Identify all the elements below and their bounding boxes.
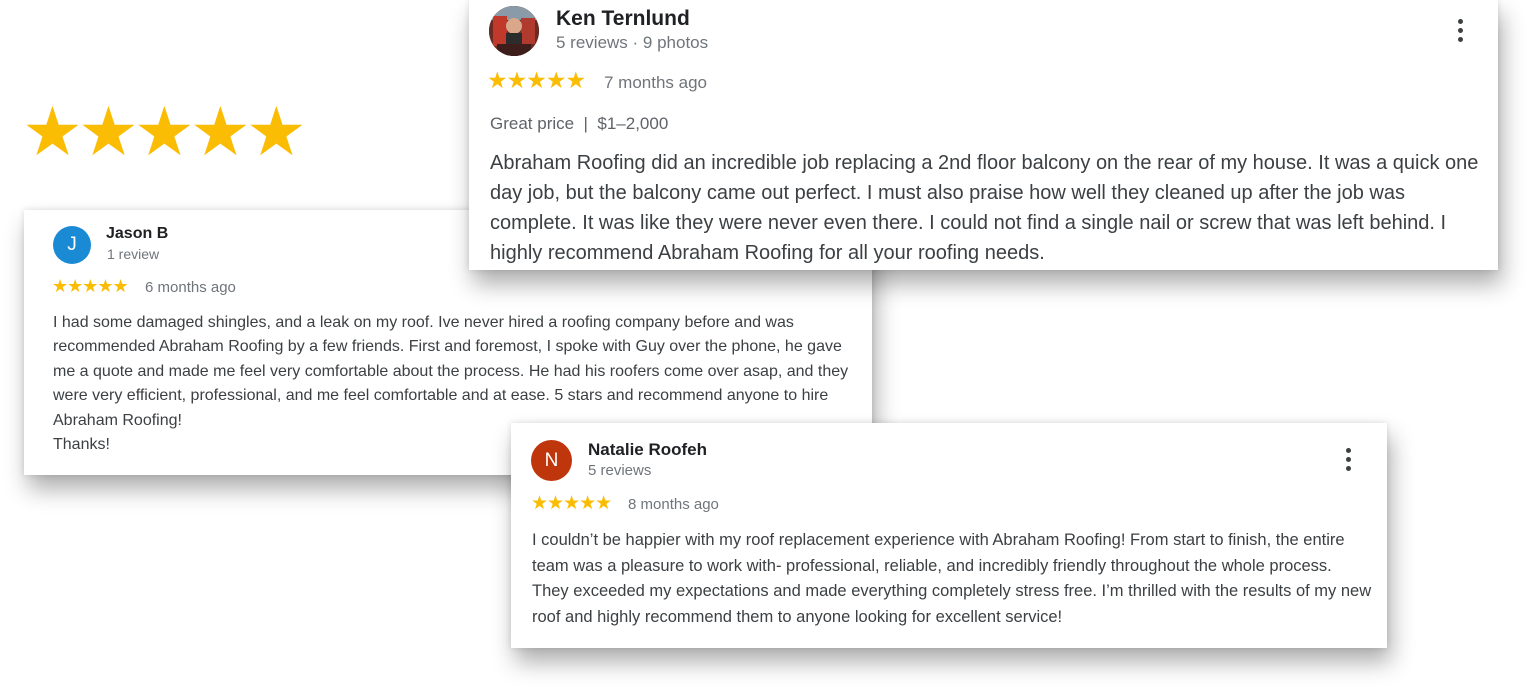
review-date: 6 months ago: [145, 279, 236, 296]
avatar[interactable]: [489, 6, 539, 56]
review-date: 7 months ago: [604, 73, 708, 92]
reviewer-review-count: 5 reviews: [588, 462, 652, 479]
review-text: Abraham Roofing did an incredible job re…: [490, 152, 1479, 264]
reviewer-name[interactable]: Jason B: [106, 225, 168, 243]
star-rating-icon: ★★★★★: [487, 67, 586, 93]
review-card-natalie: N Natalie Roofeh 5 reviews ★★★★★ 8 month…: [511, 423, 1387, 648]
reviewer-name[interactable]: Natalie Roofeh: [588, 440, 707, 460]
reviewer-review-count: 5 reviews · 9 photos: [556, 33, 709, 52]
profile-photo-icon: [489, 6, 539, 56]
five-star-rating-icon: ★★★★★: [22, 94, 307, 170]
avatar[interactable]: N: [531, 440, 572, 481]
review-text: I couldn’t be happier with my roof repla…: [532, 531, 1372, 626]
review-card-ken: Ken Ternlund 5 reviews · 9 photos ★★★★★ …: [469, 0, 1498, 270]
price-tag: Great price | $1–2,000: [490, 114, 669, 133]
more-vertical-icon[interactable]: [1339, 446, 1359, 476]
review-date: 8 months ago: [628, 496, 719, 513]
more-vertical-icon[interactable]: [1451, 17, 1471, 47]
avatar[interactable]: J: [53, 226, 91, 264]
reviewer-review-count: 1 review: [107, 246, 160, 262]
star-rating-icon: ★★★★★: [52, 276, 129, 296]
star-rating-icon: ★★★★★: [531, 493, 612, 514]
reviewer-name[interactable]: Ken Ternlund: [556, 7, 690, 31]
